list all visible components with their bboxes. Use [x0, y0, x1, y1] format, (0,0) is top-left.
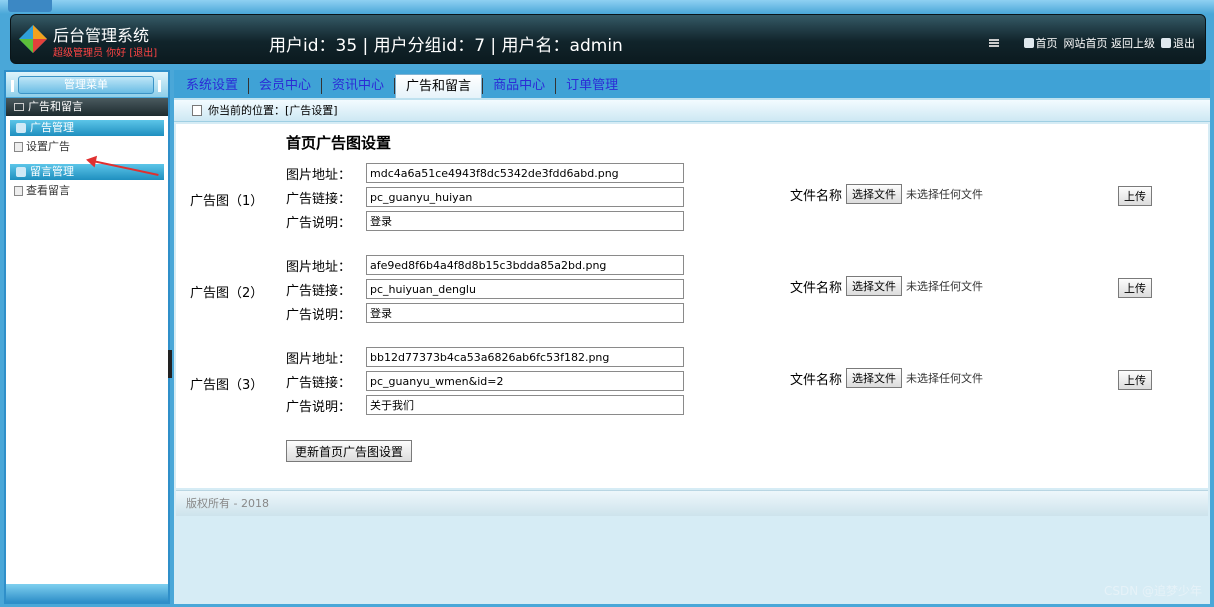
ad-label: 广告图（1） — [190, 194, 264, 209]
tab-system-settings[interactable]: 系统设置 — [176, 74, 248, 98]
ad-block-2: 广告图（2） 图片地址： 广告链接： 广告说明： 文件名称选择文件未选择任何文件… — [176, 254, 1208, 334]
logout-link[interactable]: 退出 — [1161, 35, 1195, 51]
sidebar-top-row[interactable]: 广告和留言 — [6, 98, 168, 116]
tab-order-management[interactable]: 订单管理 — [556, 74, 628, 98]
sidebar-collapse-handle[interactable] — [168, 350, 172, 378]
header-links: 首页 网站首页 返回上级 退出 — [1023, 35, 1195, 51]
desc-label: 广告说明： — [286, 215, 352, 231]
tab-news-center[interactable]: 资讯中心 — [322, 74, 394, 98]
link-row: 广告链接： — [286, 186, 684, 208]
power-icon — [1161, 38, 1171, 48]
document-icon — [192, 105, 202, 116]
app-title: 后台管理系统 — [53, 26, 150, 45]
desc-label: 广告说明： — [286, 307, 352, 323]
choose-file-button[interactable]: 选择文件 — [846, 184, 903, 204]
image-row: 图片地址： — [286, 346, 684, 368]
tab-product-center[interactable]: 商品中心 — [483, 74, 555, 98]
ad-label: 广告图（2） — [190, 286, 264, 301]
no-file-text: 未选择任何文件 — [906, 372, 984, 385]
ad-label: 广告图（3） — [190, 378, 264, 393]
app-subtitle: 超级管理员 你好 [退出] — [53, 48, 158, 59]
file-area: 文件名称 选择文件 未选择任何文件 — [790, 276, 983, 296]
sidebar: 管理菜单 广告和留言 广告管理 设置广告 留言管理 查看留言 — [4, 70, 170, 604]
save-ad-settings-button[interactable]: 更新首页广告图设置 — [286, 440, 413, 462]
breadcrumb-location: 你当前的位置： — [208, 104, 285, 117]
desc-label: 广告说明： — [286, 399, 352, 415]
home-link-label: 首页 — [1035, 37, 1058, 50]
link-row: 广告链接： — [286, 278, 684, 300]
document-icon — [14, 186, 23, 196]
choose-file-button[interactable]: 选择文件 — [846, 276, 903, 296]
image-label: 图片地址： — [286, 167, 352, 183]
upload-button[interactable]: 上传 — [1118, 370, 1152, 390]
no-file-text: 未选择任何文件 — [906, 280, 984, 293]
image-url-input[interactable] — [366, 347, 684, 367]
image-row: 图片地址： — [286, 254, 684, 276]
image-row: 图片地址： — [286, 162, 684, 184]
ad-link-input[interactable] — [366, 187, 684, 207]
file-label: 文件名称 — [790, 280, 843, 296]
upload-button[interactable]: 上传 — [1118, 278, 1152, 298]
menu-icon[interactable] — [989, 39, 999, 47]
no-file-text: 未选择任何文件 — [906, 188, 984, 201]
desc-row: 广告说明： — [286, 210, 684, 232]
breadcrumb-current: [广告设置] — [285, 104, 338, 117]
content-panel: 你当前的位置：[广告设置] 首页广告图设置 广告图（1） 图片地址： 广告链接：… — [168, 98, 1210, 604]
desc-row: 广告说明： — [286, 394, 684, 416]
document-icon — [14, 142, 23, 152]
link-label: 广告链接： — [286, 191, 352, 207]
ad-settings-form: 首页广告图设置 广告图（1） 图片地址： 广告链接： 广告说明： 文件名称选择文… — [176, 124, 1208, 488]
image-url-input[interactable] — [366, 255, 684, 275]
ad-block-3: 广告图（3） 图片地址： 广告链接： 广告说明： 文件名称选择文件未选择任何文件… — [176, 346, 1208, 426]
upload-button[interactable]: 上传 — [1118, 186, 1152, 206]
sidebar-header: 管理菜单 — [6, 72, 168, 98]
logo-icon — [19, 25, 47, 53]
ad-block-1: 广告图（1） 图片地址： 广告链接： 广告说明： 文件名称选择文件未选择任何文件… — [176, 162, 1208, 242]
home-link[interactable]: 首页 — [1023, 35, 1058, 51]
home-icon — [1023, 38, 1034, 48]
sidebar-top-row-label: 广告和留言 — [28, 100, 83, 113]
ad-desc-input[interactable] — [366, 211, 684, 231]
file-area: 文件名称 选择文件 未选择任何文件 — [790, 368, 983, 388]
top-strip — [0, 0, 1214, 14]
header: 后台管理系统 超级管理员 你好 [退出] 用户id：35 | 用户分组id：7 … — [10, 14, 1206, 64]
sidebar-item-label: 设置广告 — [26, 140, 70, 153]
site-home-link[interactable]: 网站首页 返回上级 — [1064, 35, 1156, 51]
sidebar-item-view-messages[interactable]: 查看留言 — [6, 180, 168, 202]
ad-link-input[interactable] — [366, 371, 684, 391]
sidebar-bottom-bar — [6, 584, 168, 602]
link-label: 广告链接： — [286, 375, 352, 391]
desc-row: 广告说明： — [286, 302, 684, 324]
breadcrumb: 你当前的位置：[广告设置] — [174, 100, 1210, 122]
logout-link-label: 退出 — [1173, 37, 1195, 50]
ad-desc-input[interactable] — [366, 303, 684, 323]
file-label: 文件名称 — [790, 372, 843, 388]
tab-ads-messages[interactable]: 广告和留言 — [395, 74, 483, 98]
site-home-link-label: 网站首页 返回上级 — [1063, 37, 1156, 50]
file-area: 文件名称 选择文件 未选择任何文件 — [790, 184, 983, 204]
form-title: 首页广告图设置 — [286, 134, 392, 152]
main-area: 系统设置 会员中心 资讯中心 广告和留言 商品中心 订单管理 你当前的位置：[广… — [168, 70, 1210, 604]
link-label: 广告链接： — [286, 283, 352, 299]
tab-member-center[interactable]: 会员中心 — [249, 74, 321, 98]
image-url-input[interactable] — [366, 163, 684, 183]
footer-bar: 版权所有 - 2018 — [176, 490, 1208, 516]
user-info: 用户id：35 | 用户分组id：7 | 用户名：admin — [269, 36, 623, 56]
tab-bar: 系统设置 会员中心 资讯中心 广告和留言 商品中心 订单管理 — [174, 70, 1210, 98]
sidebar-item-label: 查看留言 — [26, 184, 70, 197]
link-row: 广告链接： — [286, 370, 684, 392]
sidebar-category-ads[interactable]: 广告管理 — [10, 120, 164, 136]
ad-link-input[interactable] — [366, 279, 684, 299]
ad-desc-input[interactable] — [366, 395, 684, 415]
choose-file-button[interactable]: 选择文件 — [846, 368, 903, 388]
sidebar-menu-pill[interactable]: 管理菜单 — [11, 76, 161, 94]
file-label: 文件名称 — [790, 188, 843, 204]
watermark: CSDN @追梦少年 — [1103, 584, 1202, 598]
image-label: 图片地址： — [286, 351, 352, 367]
top-strip-tab — [8, 0, 52, 12]
image-label: 图片地址： — [286, 259, 352, 275]
grid-icon — [14, 103, 24, 111]
